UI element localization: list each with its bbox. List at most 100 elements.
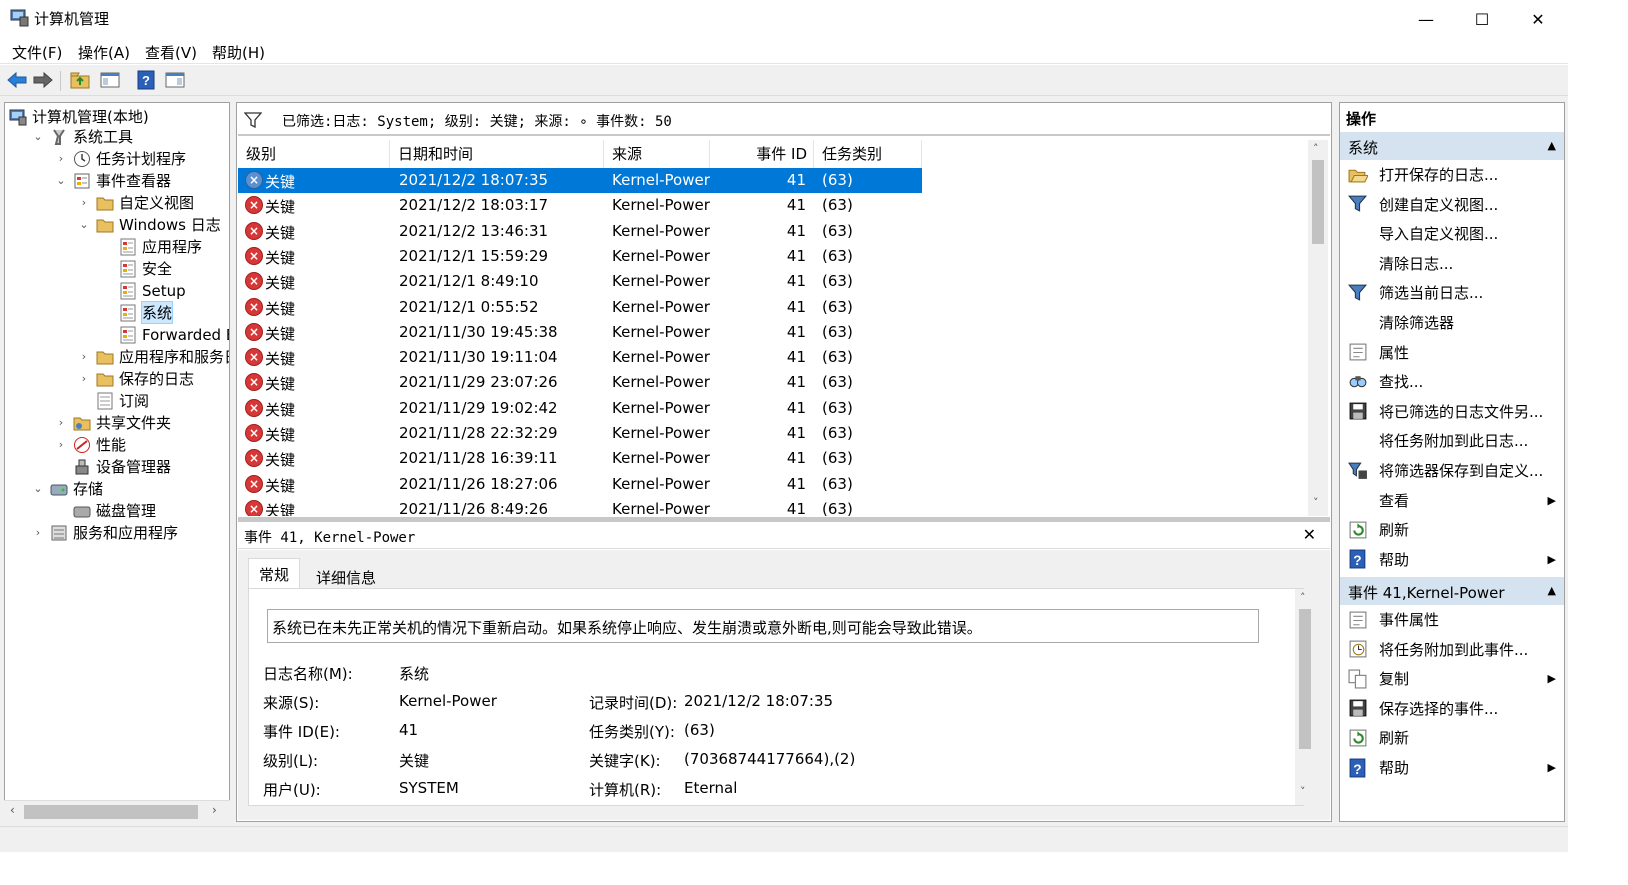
maximize-button[interactable]: ☐ bbox=[1454, 0, 1510, 38]
pane-splitter[interactable] bbox=[238, 517, 1330, 522]
tree-node[interactable]: ⌄ 事件查看器 bbox=[55, 170, 171, 191]
grid-vertical-scrollbar[interactable]: ˄ ˅ bbox=[1308, 140, 1328, 516]
scroll-left-icon[interactable]: ‹ bbox=[10, 803, 15, 817]
action-item[interactable]: ? 帮助 ▶ bbox=[1340, 753, 1564, 782]
table-row[interactable]: × 关键 2021/11/30 19:45:38 Kernel-Power (63) 41 bbox=[238, 320, 922, 345]
actions-section-system[interactable]: 系统 ▲ bbox=[1340, 132, 1564, 160]
table-row[interactable]: × 关键 2021/12/2 18:03:17 Kernel-Power (63) 41 bbox=[238, 193, 922, 218]
table-row[interactable]: × 关键 2021/11/26 18:27:06 Kernel-Power (63) 41 bbox=[238, 472, 922, 497]
tree-node[interactable]: › 服务和应用程序 bbox=[32, 522, 178, 543]
forward-icon[interactable] bbox=[31, 69, 55, 91]
table-row[interactable]: × 关键 2021/12/2 13:46:31 Kernel-Power (63) 41 bbox=[238, 219, 922, 244]
table-row[interactable]: × 关键 2021/12/1 0:55:52 Kernel-Power (63) 41 bbox=[238, 295, 922, 320]
scroll-up-icon[interactable]: ˄ bbox=[1300, 591, 1306, 604]
tree-node[interactable]: 系统 bbox=[101, 301, 174, 324]
show-action-pane-icon[interactable] bbox=[163, 69, 187, 91]
action-item[interactable]: 查看 ▶ bbox=[1340, 486, 1564, 515]
collapse-icon[interactable]: ▲ bbox=[1548, 584, 1556, 597]
tree-node[interactable]: › 保存的日志 bbox=[78, 368, 194, 389]
action-item[interactable]: 创建自定义视图... bbox=[1340, 190, 1564, 219]
collapse-icon[interactable]: ▲ bbox=[1548, 139, 1556, 152]
tree-node[interactable]: › 自定义视图 bbox=[78, 192, 194, 213]
tree-node[interactable]: Setup bbox=[101, 280, 186, 301]
table-row[interactable]: × 关键 2021/12/1 15:59:29 Kernel-Power (63) 41 bbox=[238, 244, 922, 269]
actions-section-event[interactable]: 事件 41,Kernel-Power ▲ bbox=[1340, 577, 1564, 605]
expand-icon[interactable]: › bbox=[55, 438, 67, 451]
action-item[interactable]: 复制 ▶ bbox=[1340, 664, 1564, 693]
back-icon[interactable] bbox=[5, 69, 29, 91]
expand-icon[interactable]: ⌄ bbox=[78, 218, 90, 231]
tree-node[interactable]: ⌄ 系统工具 bbox=[32, 126, 133, 147]
scroll-right-icon[interactable]: › bbox=[212, 803, 217, 817]
action-item[interactable]: 打开保存的日志... bbox=[1340, 160, 1564, 189]
table-row[interactable]: × 关键 2021/11/30 19:11:04 Kernel-Power (63) 41 bbox=[238, 345, 922, 370]
tree-node[interactable]: 计算机管理(本地) bbox=[9, 106, 149, 127]
scroll-thumb[interactable] bbox=[1299, 609, 1311, 749]
table-row[interactable]: × 关键 2021/11/28 16:39:11 Kernel-Power (63) 41 bbox=[238, 446, 922, 471]
tree-node[interactable]: › 应用程序和服务日志 bbox=[78, 346, 229, 367]
expand-icon[interactable]: › bbox=[78, 196, 90, 209]
action-item[interactable]: 导入自定义视图... bbox=[1340, 219, 1564, 248]
column-source[interactable]: 来源 bbox=[604, 140, 710, 168]
action-item[interactable]: 将任务附加到此事件... bbox=[1340, 635, 1564, 664]
help-toolbar-icon[interactable]: ? bbox=[134, 69, 158, 91]
expand-icon[interactable]: › bbox=[55, 416, 67, 429]
expand-icon[interactable]: ⌄ bbox=[55, 174, 67, 187]
column-event-id[interactable]: 事件 ID bbox=[710, 140, 814, 168]
scroll-down-icon[interactable]: ˅ bbox=[1313, 496, 1319, 509]
tree-node[interactable]: 应用程序 bbox=[101, 236, 202, 257]
table-row[interactable]: × 关键 2021/11/28 22:32:29 Kernel-Power (63) 41 bbox=[238, 421, 922, 446]
tab-general[interactable]: 常规 bbox=[248, 558, 301, 588]
table-row[interactable]: × 关键 2021/12/1 8:49:10 Kernel-Power (63) 41 bbox=[238, 269, 922, 294]
tree-node[interactable]: › 性能 bbox=[55, 434, 126, 455]
action-item[interactable]: 将任务附加到此日志... bbox=[1340, 426, 1564, 455]
action-item[interactable]: 将筛选器保存到自定义... bbox=[1340, 456, 1564, 485]
scroll-down-icon[interactable]: ˅ bbox=[1300, 785, 1306, 798]
expand-icon[interactable]: › bbox=[32, 526, 44, 539]
action-item[interactable]: 保存选择的事件... bbox=[1340, 694, 1564, 723]
action-item[interactable]: 刷新 bbox=[1340, 723, 1564, 752]
action-item[interactable]: 清除日志... bbox=[1340, 249, 1564, 278]
menu-file[interactable]: 文件(F) bbox=[12, 42, 62, 63]
expand-icon[interactable]: ⌄ bbox=[32, 130, 44, 143]
detail-vertical-scrollbar[interactable]: ˄ ˅ bbox=[1295, 589, 1315, 805]
tree-node[interactable]: › 共享文件夹 bbox=[55, 412, 171, 433]
action-item[interactable]: 事件属性 bbox=[1340, 605, 1564, 634]
tree-horizontal-scrollbar[interactable]: ‹ › bbox=[4, 800, 230, 822]
tree-node[interactable]: 设备管理器 bbox=[55, 456, 171, 477]
action-item[interactable]: 刷新 bbox=[1340, 515, 1564, 544]
tree-node[interactable]: ⌄ Windows 日志 bbox=[78, 214, 220, 235]
tree-node[interactable]: › 任务计划程序 bbox=[55, 148, 186, 169]
tree-node[interactable]: ⌄ 存储 bbox=[32, 478, 103, 499]
table-row[interactable]: × 关键 2021/11/29 19:02:42 Kernel-Power (63) 41 bbox=[238, 396, 922, 421]
column-datetime[interactable]: 日期和时间 bbox=[390, 140, 604, 168]
scroll-up-icon[interactable]: ˄ bbox=[1313, 142, 1319, 155]
close-detail-icon[interactable]: ✕ bbox=[1303, 525, 1316, 544]
table-row[interactable]: × 关键 2021/11/26 8:49:26 Kernel-Power (63) 41 bbox=[238, 497, 922, 516]
table-row[interactable]: × 关键 2021/11/29 23:07:26 Kernel-Power (63) 41 bbox=[238, 370, 922, 395]
tree-node[interactable]: Forwarded Even bbox=[101, 324, 229, 345]
minimize-button[interactable]: — bbox=[1398, 0, 1454, 38]
action-item[interactable]: 清除筛选器 bbox=[1340, 308, 1564, 337]
menu-help[interactable]: 帮助(H) bbox=[212, 42, 265, 63]
column-level[interactable]: 级别 bbox=[238, 140, 390, 168]
expand-icon[interactable]: › bbox=[55, 152, 67, 165]
tree-node[interactable]: 磁盘管理 bbox=[55, 500, 156, 521]
expand-icon[interactable]: › bbox=[78, 350, 90, 363]
scroll-thumb[interactable] bbox=[1312, 160, 1324, 244]
expand-icon[interactable]: ⌄ bbox=[32, 482, 44, 495]
close-window-button[interactable]: ✕ bbox=[1510, 0, 1566, 38]
expand-icon[interactable]: › bbox=[78, 372, 90, 385]
action-item[interactable]: 属性 bbox=[1340, 338, 1564, 367]
tree-node[interactable]: 订阅 bbox=[78, 390, 149, 411]
action-item[interactable]: 筛选当前日志... bbox=[1340, 278, 1564, 307]
action-item[interactable]: 将已筛选的日志文件另... bbox=[1340, 397, 1564, 426]
menu-view[interactable]: 查看(V) bbox=[145, 42, 197, 63]
action-item[interactable]: ? 帮助 ▶ bbox=[1340, 545, 1564, 574]
tree-node[interactable]: 安全 bbox=[101, 258, 172, 279]
column-task-category[interactable]: 任务类别 bbox=[814, 140, 922, 168]
scroll-thumb[interactable] bbox=[24, 805, 198, 819]
action-item[interactable]: 查找... bbox=[1340, 367, 1564, 396]
menu-action[interactable]: 操作(A) bbox=[78, 42, 130, 63]
up-folder-icon[interactable] bbox=[68, 69, 92, 91]
